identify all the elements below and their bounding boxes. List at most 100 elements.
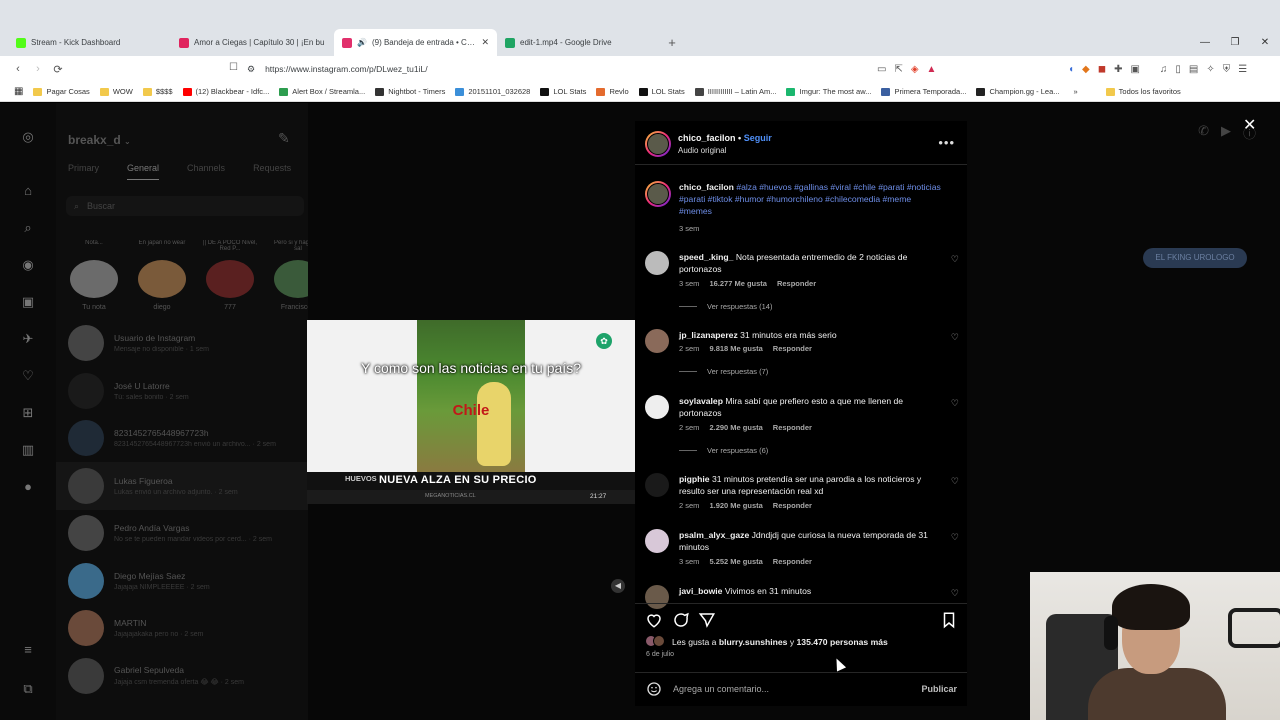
leo-icon[interactable]: ✧	[1206, 64, 1214, 75]
video-call-icon[interactable]: ▶	[1221, 123, 1231, 142]
author-username[interactable]: chico_facilon	[678, 133, 736, 143]
caption-avatar[interactable]	[645, 181, 671, 207]
home-icon[interactable]: ⌂	[20, 183, 36, 199]
menu-icon[interactable]: ☰	[1238, 64, 1247, 75]
bookmark-item[interactable]: Imgur: The most aw...	[786, 87, 871, 96]
restore-icon[interactable]: ❐	[1220, 29, 1250, 56]
emoji-icon[interactable]	[646, 681, 662, 697]
all-bookmarks-folder[interactable]: Todos los favoritos	[1105, 87, 1181, 96]
reply-button[interactable]: Responder	[777, 279, 816, 288]
extension-icon[interactable]: ◖	[1068, 64, 1074, 75]
bookmark-item[interactable]: WOW	[99, 87, 133, 96]
reply-button[interactable]: Responder	[773, 557, 812, 566]
close-modal-icon[interactable]: ✕	[1243, 115, 1256, 135]
conversation-item[interactable]: José U Latorre Tú: sales bonito · 2 sem	[56, 367, 308, 415]
bookmark-item[interactable]: (12) Blackbear - Idfc...	[182, 87, 269, 96]
explore-icon[interactable]: ◉	[20, 257, 36, 273]
commenter-avatar[interactable]	[645, 251, 669, 275]
minimize-icon[interactable]: —	[1190, 29, 1220, 56]
media-icon[interactable]: ♫	[1160, 64, 1168, 75]
comment-input[interactable]: Agrega un comentario...	[673, 684, 769, 694]
puzzle-icon[interactable]: ✚	[1114, 64, 1122, 75]
forward-icon[interactable]: ›	[28, 63, 48, 75]
site-info-icon[interactable]: ⚙	[247, 64, 255, 75]
sidebar-icon[interactable]: ▯	[1175, 64, 1181, 75]
close-window-icon[interactable]: ✕	[1250, 29, 1280, 56]
commenter-avatar[interactable]	[645, 395, 669, 419]
comment-like-icon[interactable]: ♡	[951, 588, 959, 599]
comment-like-icon[interactable]: ♡	[951, 476, 959, 487]
dashboard-icon[interactable]: ▥	[20, 442, 36, 458]
reply-button[interactable]: Responder	[773, 344, 812, 353]
comment-likes[interactable]: 16.277 Me gusta	[709, 279, 767, 288]
note-item[interactable]: || DE A POCO Nivel, Red P... 777	[202, 240, 258, 311]
like-icon[interactable]	[645, 611, 663, 629]
conversation-item[interactable]: MARTIN Jajajajakaka pero no · 2 sem	[56, 604, 308, 652]
wallet-icon[interactable]: ▤	[1189, 64, 1198, 75]
more-bookmarks-icon[interactable]: »	[1074, 87, 1078, 96]
reply-button[interactable]: Responder	[773, 501, 812, 510]
commenter-avatar[interactable]	[645, 329, 669, 353]
conversation-item[interactable]: Gabriel Sepulveda Jajaja csm tremenda ofe…	[56, 652, 308, 700]
follow-button[interactable]: Seguir	[744, 133, 772, 143]
save-icon[interactable]	[940, 611, 958, 629]
comment-likes[interactable]: 2.290 Me gusta	[709, 423, 762, 432]
comment-likes[interactable]: 5.252 Me gusta	[709, 557, 762, 566]
comment-likes[interactable]: 1.920 Me gusta	[709, 501, 762, 510]
commenter-avatar[interactable]	[645, 473, 669, 497]
commenter-username[interactable]: javi_bowie	[679, 586, 722, 596]
mute-toggle-icon[interactable]: ◀	[611, 579, 625, 593]
tab-requests[interactable]: Requests	[253, 163, 291, 180]
search-input[interactable]: ⌕ Buscar	[66, 196, 304, 216]
share-icon[interactable]	[698, 611, 716, 629]
extension-icon[interactable]: ◼	[1098, 64, 1106, 75]
bookmark-item[interactable]: LOL Stats	[638, 87, 685, 96]
close-tab-icon[interactable]: ✕	[481, 37, 489, 48]
audio-label[interactable]: Audio original	[678, 146, 726, 155]
new-tab-button[interactable]: +	[660, 29, 684, 56]
brave-shield-icon[interactable]: ◈	[911, 64, 919, 75]
post-video[interactable]: Y como son las noticias en tu país? Chil…	[307, 320, 635, 504]
more-menu-icon[interactable]: ≡	[20, 642, 36, 658]
tab-kick[interactable]: Stream - Kick Dashboard	[8, 29, 171, 56]
author-avatar[interactable]	[645, 131, 671, 157]
tab-primary[interactable]: Primary	[68, 163, 99, 180]
bookmark-item[interactable]: IIIIIIIIIIII – Latin Am...	[694, 87, 776, 96]
tab-google-drive[interactable]: edit-1.mp4 - Google Drive	[497, 29, 660, 56]
comment-like-icon[interactable]: ♡	[951, 398, 959, 409]
comment-like-icon[interactable]: ♡	[951, 332, 959, 343]
account-switcher[interactable]: breakx_d ⌄	[68, 133, 131, 147]
comment-like-icon[interactable]: ♡	[951, 254, 959, 265]
commenter-username[interactable]: jp_lizanaperez	[679, 330, 738, 340]
conversation-item[interactable]: Usuario de Instagram Mensaje no disponibl…	[56, 319, 308, 367]
view-replies-button[interactable]: Ver respuestas (7)	[679, 367, 768, 376]
url-field[interactable]: ⚙ https://www.instagram.com/p/DLwez_tu1i…	[247, 60, 967, 78]
commenter-username[interactable]: psalm_alyx_gaze	[679, 530, 749, 540]
reels-icon[interactable]: ▣	[20, 294, 36, 310]
view-replies-button[interactable]: Ver respuestas (14)	[679, 302, 772, 311]
brave-rewards-icon[interactable]: ▲	[927, 64, 937, 75]
back-icon[interactable]: ‹	[8, 63, 28, 75]
bookmark-item[interactable]: Alert Box / Streamla...	[279, 87, 365, 96]
comment-like-icon[interactable]: ♡	[951, 532, 959, 543]
reply-button[interactable]: Responder	[773, 423, 812, 432]
tab-channels[interactable]: Channels	[187, 163, 225, 180]
bookmark-item[interactable]: LOL Stats	[540, 87, 586, 96]
note-item[interactable]: Nota... Tu nota	[66, 240, 122, 311]
bookmark-item[interactable]: Pagar Cosas	[33, 87, 90, 96]
profile-icon[interactable]: ●	[20, 479, 36, 495]
cast-icon[interactable]: ▭	[877, 64, 886, 75]
bookmark-item[interactable]: Revlo	[596, 87, 629, 96]
compose-icon[interactable]: ✎	[278, 130, 290, 147]
instagram-logo-icon[interactable]: ◎	[20, 129, 36, 145]
messages-icon[interactable]: ✈	[20, 331, 36, 347]
conversation-item[interactable]: 8231452765448967723h 8231452765448967723h…	[56, 414, 308, 462]
bookmark-item[interactable]: Nightbot - Timers	[375, 87, 445, 96]
vpn-icon[interactable]: ⛨	[1223, 64, 1231, 75]
notifications-icon[interactable]: ♡	[20, 368, 36, 384]
note-item[interactable]: En japan no wear diego	[134, 240, 190, 311]
comment-likes[interactable]: 9.818 Me gusta	[709, 344, 762, 353]
search-icon[interactable]: ⌕	[20, 220, 36, 236]
share-icon[interactable]: ⇱	[894, 64, 902, 75]
reload-icon[interactable]: ⟳	[48, 63, 68, 76]
